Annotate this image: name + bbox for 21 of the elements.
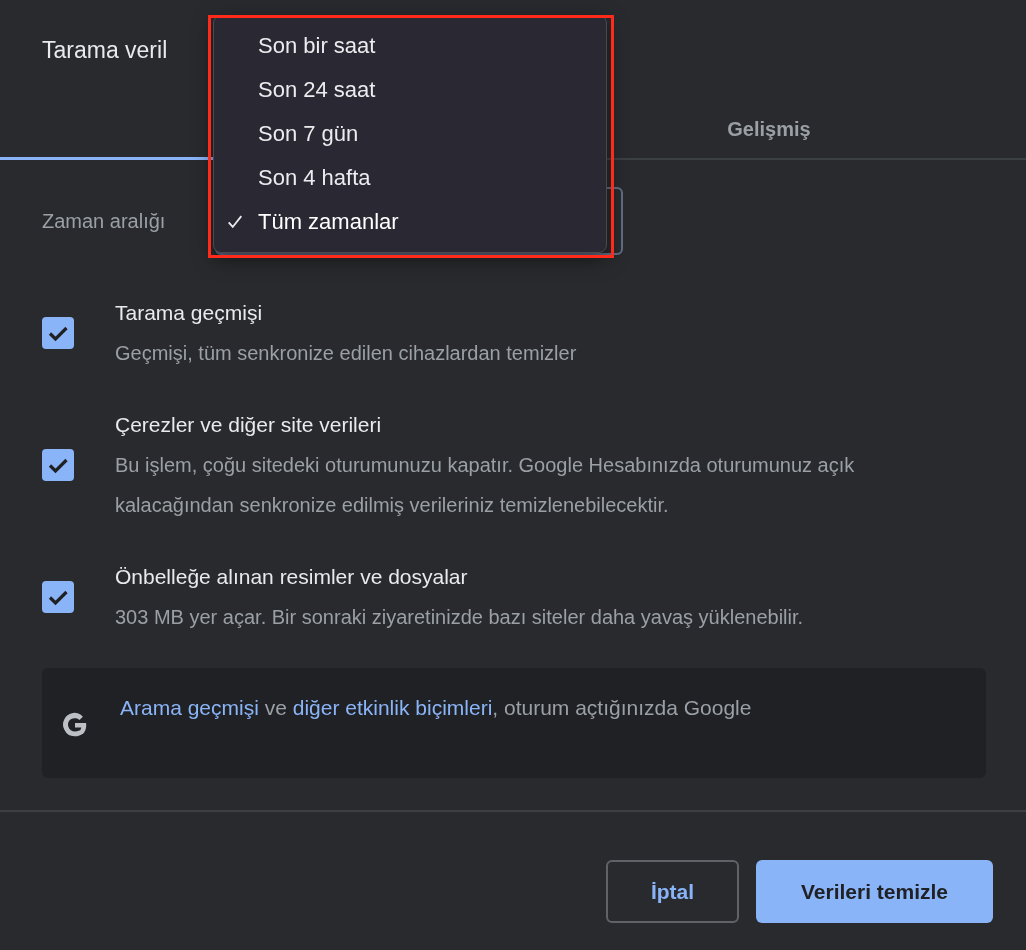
dialog-title: Tarama veril: [42, 36, 168, 64]
clear-data-button[interactable]: Verileri temizle: [756, 860, 993, 923]
menu-item[interactable]: Son 24 saat: [214, 68, 606, 112]
link[interactable]: Arama geçmişi: [120, 696, 259, 719]
option-title: Çerezler ve diğer site verileri: [115, 412, 383, 438]
menu-item[interactable]: Tüm zamanlar: [214, 200, 606, 244]
time-range-label: Zaman aralığı: [42, 209, 167, 233]
menu-item[interactable]: Son 7 gün: [214, 112, 606, 156]
checkbox[interactable]: [42, 581, 74, 613]
option-title: Tarama geçmişi: [115, 300, 264, 326]
menu-item[interactable]: Son bir saat: [214, 24, 606, 68]
info-text: Arama geçmişi ve diğer etkinlik biçimleri, oturum açtığınızda Google: [120, 695, 752, 721]
checkbox[interactable]: [42, 317, 74, 349]
option-description: Bu işlem, çoğu sitedeki oturumunuzu kapatır. Google Hesabınızda oturumunuz açık kalacağından senkronize edilmiş verileriniz temizlenebilecektir.: [115, 453, 856, 518]
option-title: Önbelleğe alınan resimler ve dosyalar: [115, 564, 469, 590]
option-description: Geçmişi, tüm senkronize edilen cihazlardan temizler: [115, 341, 578, 366]
checkbox[interactable]: [42, 449, 74, 481]
cancel-button[interactable]: İptal: [606, 860, 739, 923]
menu-item[interactable]: Son 4 hafta: [214, 156, 606, 200]
option-description: 303 MB yer açar. Bir sonraki ziyaretinizde bazı siteler daha yavaş yüklenebilir.: [115, 605, 805, 630]
link[interactable]: diğer etkinlik biçimleri: [292, 696, 493, 719]
